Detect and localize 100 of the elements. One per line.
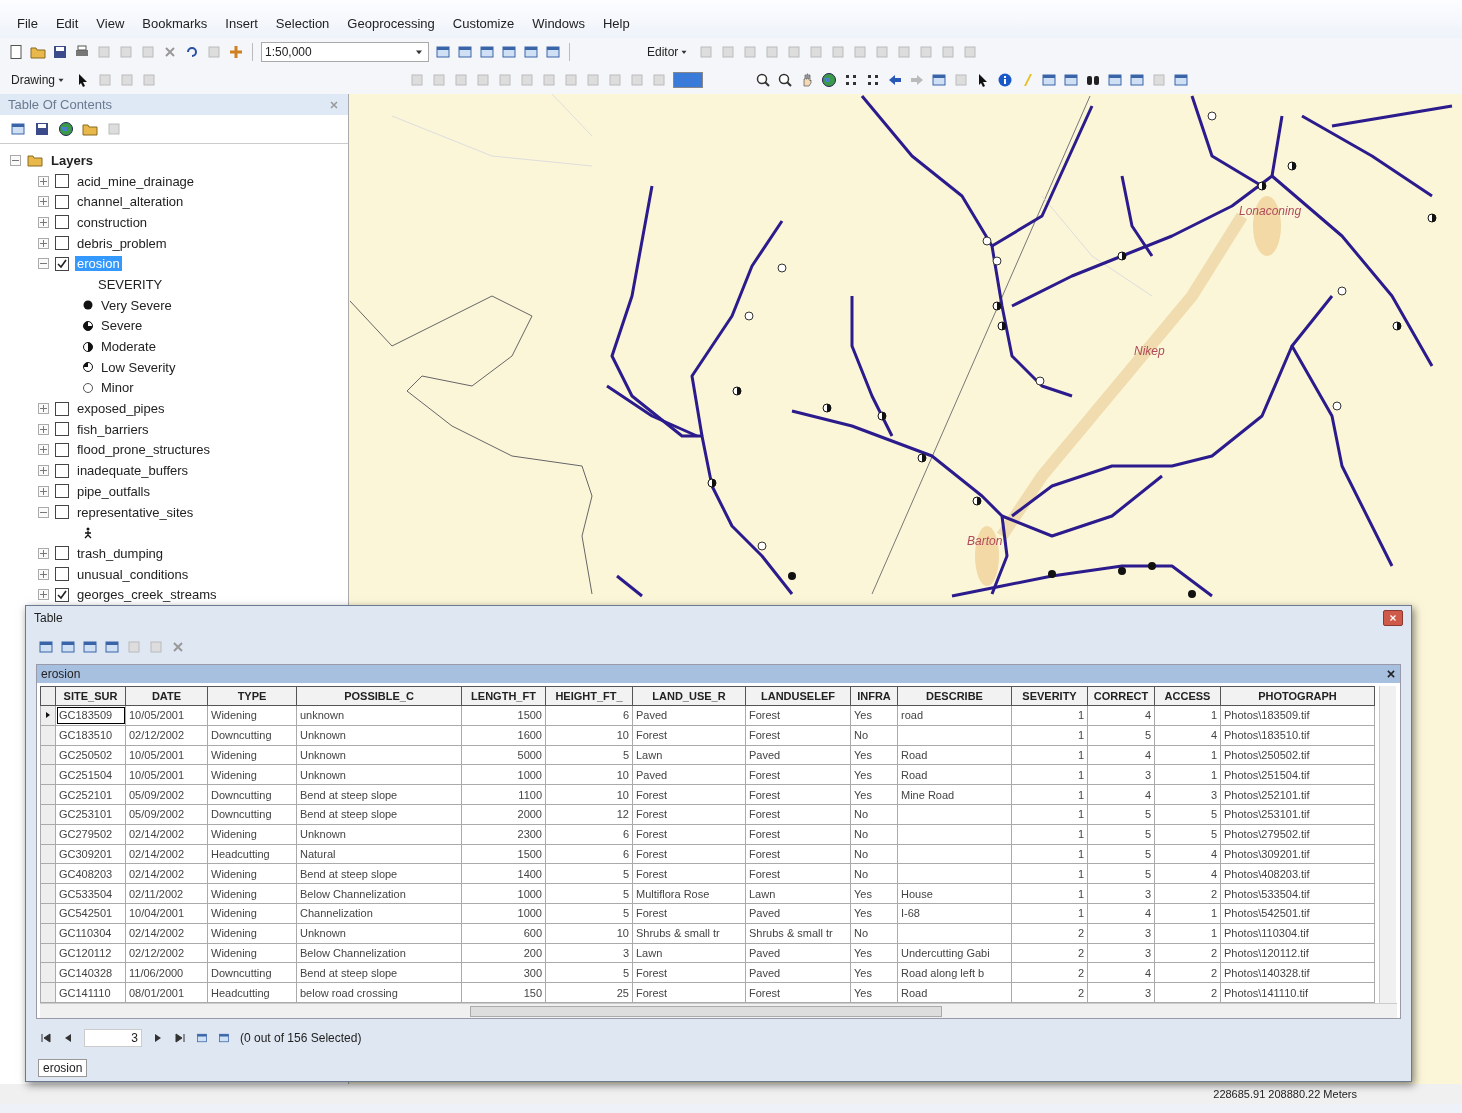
table-cell: 10 [545,764,633,785]
expand-toggle[interactable] [38,258,49,270]
expand-toggle[interactable] [10,154,21,166]
list-by-selection-icon[interactable] [82,121,98,137]
expand-toggle[interactable] [38,175,49,187]
horizontal-scrollbar[interactable] [40,1003,1397,1018]
list-by-visibility-icon[interactable] [58,121,74,137]
expand-toggle[interactable] [38,237,49,249]
column-header[interactable]: LANDUSELEF [745,686,851,706]
column-header[interactable]: SITE_SUR [55,686,126,706]
open-folder-icon[interactable] [30,44,46,60]
add-data-icon[interactable] [228,44,244,60]
last-record-icon[interactable] [174,1032,186,1044]
layer-name[interactable]: pipe_outfalls [75,483,152,499]
table-cell: 1600 [461,725,546,746]
zoom-out-icon[interactable] [777,72,793,88]
layer-checkbox[interactable] [55,463,69,478]
layer-checkbox[interactable] [55,401,69,416]
column-header[interactable]: HEIGHT_FT_ [545,686,633,706]
column-header[interactable]: TYPE [207,686,297,706]
fixed-zoom-in-icon[interactable] [843,72,859,88]
layer-checkbox[interactable] [55,236,69,251]
layer-name[interactable]: representative_sites [75,504,196,520]
column-header[interactable]: POSSIBLE_C [296,686,462,706]
layer-name[interactable]: channel_alteration [75,194,186,210]
expand-toggle[interactable] [38,485,49,497]
editor-menu[interactable]: Editor [644,44,693,60]
save-icon[interactable] [52,44,68,60]
layer-checkbox[interactable] [55,587,69,602]
layer-name[interactable]: unusual_conditions [75,566,191,582]
column-header[interactable]: ACCESS [1154,686,1221,706]
expand-toggle[interactable] [38,568,49,580]
map-scale-field[interactable]: 1:50,000 [261,42,429,62]
layer-name[interactable]: debris_problem [75,235,169,251]
layer-checkbox[interactable] [55,442,69,457]
new-document-icon[interactable] [8,44,24,60]
layer-name[interactable]: trash_dumping [75,545,165,561]
expand-toggle[interactable] [38,444,49,456]
column-header[interactable]: CORRECT [1087,686,1155,706]
column-header[interactable]: INFRA [850,686,898,706]
column-header[interactable]: DATE [125,686,208,706]
column-header[interactable]: LAND_USE_R [632,686,746,706]
close-icon[interactable] [1386,669,1396,679]
column-header[interactable]: SEVERITY [1011,686,1088,706]
drawing-menu[interactable]: Drawing [8,72,69,88]
expand-toggle[interactable] [38,465,49,477]
menu-item[interactable]: Selection [268,13,337,33]
column-header[interactable]: PHOTOGRAPH [1220,686,1375,706]
menu-item[interactable]: View [89,13,132,33]
column-header[interactable]: DESCRIBE [897,686,1012,706]
menu-item[interactable]: Customize [445,13,522,33]
layer-checkbox[interactable] [55,194,69,209]
identify-info-icon[interactable] [997,72,1013,88]
menu-item[interactable]: File [10,13,45,33]
table-cell: Below Channelization [296,883,462,904]
first-record-icon[interactable] [40,1032,52,1044]
layer-name[interactable]: flood_prone_structures [75,442,212,458]
fill-color-swatch[interactable] [673,72,703,88]
layer-name[interactable]: georges_creek_streams [75,587,219,603]
layer-name[interactable]: acid_mine_drainage [75,173,197,189]
layer-name[interactable]: fish_barriers [75,421,151,437]
table-cell: Widening [207,764,297,785]
expand-toggle[interactable] [38,216,49,228]
layer-checkbox[interactable] [55,215,69,230]
data-frame-label[interactable]: Layers [49,152,95,168]
layer-checkbox[interactable] [55,546,69,561]
fixed-zoom-out-icon[interactable] [865,72,881,88]
menu-item[interactable]: Geoprocessing [340,13,442,33]
record-number-field[interactable]: 3 [84,1029,142,1047]
menu-item[interactable]: Windows [525,13,592,33]
menu-item[interactable]: Bookmarks [135,13,215,33]
zoom-in-icon[interactable] [755,72,771,88]
full-extent-globe-icon[interactable] [821,72,837,88]
layer-checkbox[interactable] [55,256,69,271]
close-button[interactable] [1383,610,1403,626]
table-tab[interactable]: erosion [38,1059,88,1077]
menu-item[interactable]: Edit [48,13,86,33]
expand-toggle[interactable] [38,589,49,601]
vertical-scrollbar[interactable] [1379,686,1396,1003]
layer-checkbox[interactable] [55,484,69,499]
table-tab[interactable]: erosion [41,667,81,681]
menu-item[interactable]: Help [595,13,637,33]
layer-checkbox[interactable] [55,567,69,582]
list-by-source-icon[interactable] [34,121,50,137]
layer-name[interactable]: construction [75,214,150,230]
back-arrow-icon[interactable] [887,72,903,88]
menu-item[interactable]: Insert [218,13,265,33]
layer-checkbox[interactable] [55,505,69,520]
expand-toggle[interactable] [38,196,49,208]
column-header[interactable]: LENGTH_FT [461,686,546,706]
layer-checkbox[interactable] [55,422,69,437]
legend-symbol-icon [82,526,94,539]
expand-toggle[interactable] [38,547,49,559]
expand-toggle[interactable] [38,506,49,518]
expand-toggle[interactable] [38,403,49,415]
undo-icon[interactable] [184,44,200,60]
layer-checkbox[interactable] [55,174,69,189]
layer-name[interactable]: inadequate_buffers [75,463,191,479]
layer-name[interactable]: exposed_pipes [75,401,167,417]
expand-toggle[interactable] [38,423,49,435]
